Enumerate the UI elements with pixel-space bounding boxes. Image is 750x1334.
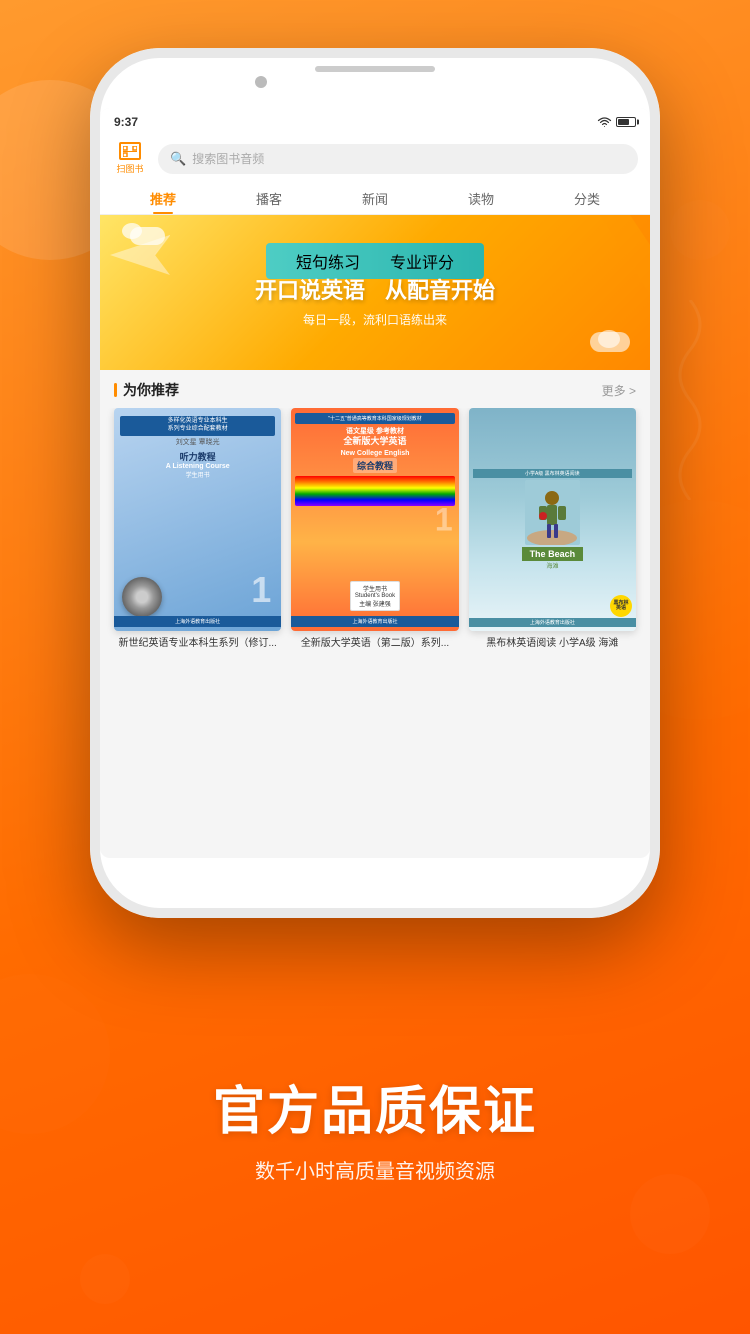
status-icons bbox=[597, 117, 636, 128]
book-item-3[interactable]: 小学A级 黑布林英语阅读 bbox=[469, 408, 636, 651]
cover2-integrated: 综合教程 bbox=[353, 458, 397, 473]
book-title-3: 黑布林英语阅读 小学A级 海滩 bbox=[469, 637, 636, 651]
tab-news[interactable]: 新闻 bbox=[322, 183, 428, 214]
cover3-top: 小学A级 黑布林英语阅读 bbox=[473, 469, 632, 478]
book-list: 多样化英语专业本科生系列专业综合配套教材 刘文星 覃晓光 听力教程 A List… bbox=[100, 408, 650, 665]
tab-bar: 推荐 播客 新闻 读物 分类 bbox=[100, 183, 650, 215]
wifi-icon bbox=[597, 117, 612, 128]
cover1-en: A Listening Course bbox=[166, 463, 230, 470]
battery-icon bbox=[616, 117, 636, 127]
book-title-1: 新世纪英语专业本科生系列（修订... bbox=[114, 637, 281, 651]
banner[interactable]: 短句练习 专业评分 开口说英语 从配音开始 每日一段，流利口语练出来 bbox=[100, 215, 650, 370]
tab-category[interactable]: 分类 bbox=[534, 183, 640, 214]
cloud-4 bbox=[598, 330, 620, 348]
cover1-sub: 学生用书 bbox=[186, 470, 210, 479]
phone-screen: 9:37 bbox=[100, 108, 650, 858]
status-time: 9:37 bbox=[114, 115, 138, 129]
cloud-2 bbox=[122, 223, 142, 239]
scan-label: 扫图书 bbox=[116, 162, 143, 175]
book-item-2[interactable]: "十二五"普通高等教育本科国家级规划教材 语文星级 参考教材 全新版大学英语Ne… bbox=[291, 408, 458, 651]
phone-shell: 9:37 bbox=[90, 48, 660, 918]
scan-icon bbox=[119, 142, 141, 160]
cover2-brand: 语文星级 参考教材 bbox=[346, 426, 404, 436]
book-title-2: 全新版大学英语（第二版）系列... bbox=[291, 637, 458, 651]
status-bar: 9:37 bbox=[100, 108, 650, 136]
cover1-number: 1 bbox=[251, 569, 271, 611]
cover1-title: 听力教程 bbox=[180, 450, 216, 463]
cover1-author: 刘文星 覃晓光 bbox=[176, 437, 220, 447]
cover3-badge: 黑布林英语 bbox=[610, 595, 632, 617]
cover3-cn-title: 海滩 bbox=[546, 561, 558, 570]
cover2-badge: "十二五"普通高等教育本科国家级规划教材 bbox=[295, 413, 454, 424]
promo-sub-text: 数千小时高质量音视频资源 bbox=[255, 1155, 495, 1184]
banner-sub: 每日一段，流利口语练出来 bbox=[100, 311, 650, 328]
deco-circle-6 bbox=[670, 200, 730, 260]
cover3-en-title: The Beach bbox=[522, 547, 584, 561]
phone-camera bbox=[255, 76, 267, 88]
book-cover-1: 多样化英语专业本科生系列专业综合配套教材 刘文星 覃晓光 听力教程 A List… bbox=[114, 408, 281, 631]
cover1-badge: 多样化英语专业本科生系列专业综合配套教材 bbox=[120, 416, 275, 436]
banner-tag1: 短句练习 bbox=[296, 249, 360, 273]
top-nav: 扫图书 🔍 搜索图书音频 bbox=[100, 136, 650, 183]
book-cover-2: "十二五"普通高等教育本科国家级规划教材 语文星级 参考教材 全新版大学英语Ne… bbox=[291, 408, 458, 631]
search-icon: 🔍 bbox=[170, 151, 186, 167]
tab-reading[interactable]: 读物 bbox=[428, 183, 534, 214]
squiggle-decoration bbox=[650, 300, 730, 500]
book-cover-3: 小学A级 黑布林英语阅读 bbox=[469, 408, 636, 631]
tab-podcast[interactable]: 播客 bbox=[216, 183, 322, 214]
scan-button[interactable]: 扫图书 bbox=[112, 142, 148, 175]
search-bar[interactable]: 🔍 搜索图书音频 bbox=[158, 144, 638, 174]
banner-line1: 开口说英语 bbox=[255, 273, 365, 305]
search-placeholder: 搜索图书音频 bbox=[192, 150, 264, 167]
banner-tag2: 专业评分 bbox=[390, 249, 454, 273]
battery-fill bbox=[618, 119, 629, 125]
tab-recommend[interactable]: 推荐 bbox=[110, 183, 216, 214]
cover1-disc bbox=[122, 577, 162, 617]
cover2-rainbow bbox=[295, 476, 454, 506]
phone-speaker bbox=[315, 66, 435, 72]
promo-section: 官方品质保证 数千小时高质量音视频资源 bbox=[0, 954, 750, 1334]
section-title: 为你推荐 bbox=[114, 380, 179, 400]
cover1-publisher: 上海外语教育出版社 bbox=[114, 616, 281, 627]
cover2-name: 全新版大学英语New College English bbox=[341, 436, 410, 458]
promo-main-text: 官方品质保证 bbox=[213, 1084, 537, 1141]
cover3-publisher: 上海外语教育出版社 bbox=[469, 618, 636, 627]
cover2-edition: 学生用书Student's Book主编 张建强 bbox=[350, 581, 400, 611]
cover2-publisher: 上海外语教育出版社 bbox=[291, 616, 458, 627]
banner-main-text: 开口说英语 从配音开始 每日一段，流利口语练出来 bbox=[100, 273, 650, 328]
more-button[interactable]: 更多 > bbox=[602, 382, 636, 399]
section-header: 为你推荐 更多 > bbox=[100, 370, 650, 408]
banner-line2: 从配音开始 bbox=[385, 273, 495, 305]
cover3-figure bbox=[525, 480, 580, 545]
book-item-1[interactable]: 多样化英语专业本科生系列专业综合配套教材 刘文星 覃晓光 听力教程 A List… bbox=[114, 408, 281, 651]
cover2-number: 1 bbox=[435, 501, 453, 538]
